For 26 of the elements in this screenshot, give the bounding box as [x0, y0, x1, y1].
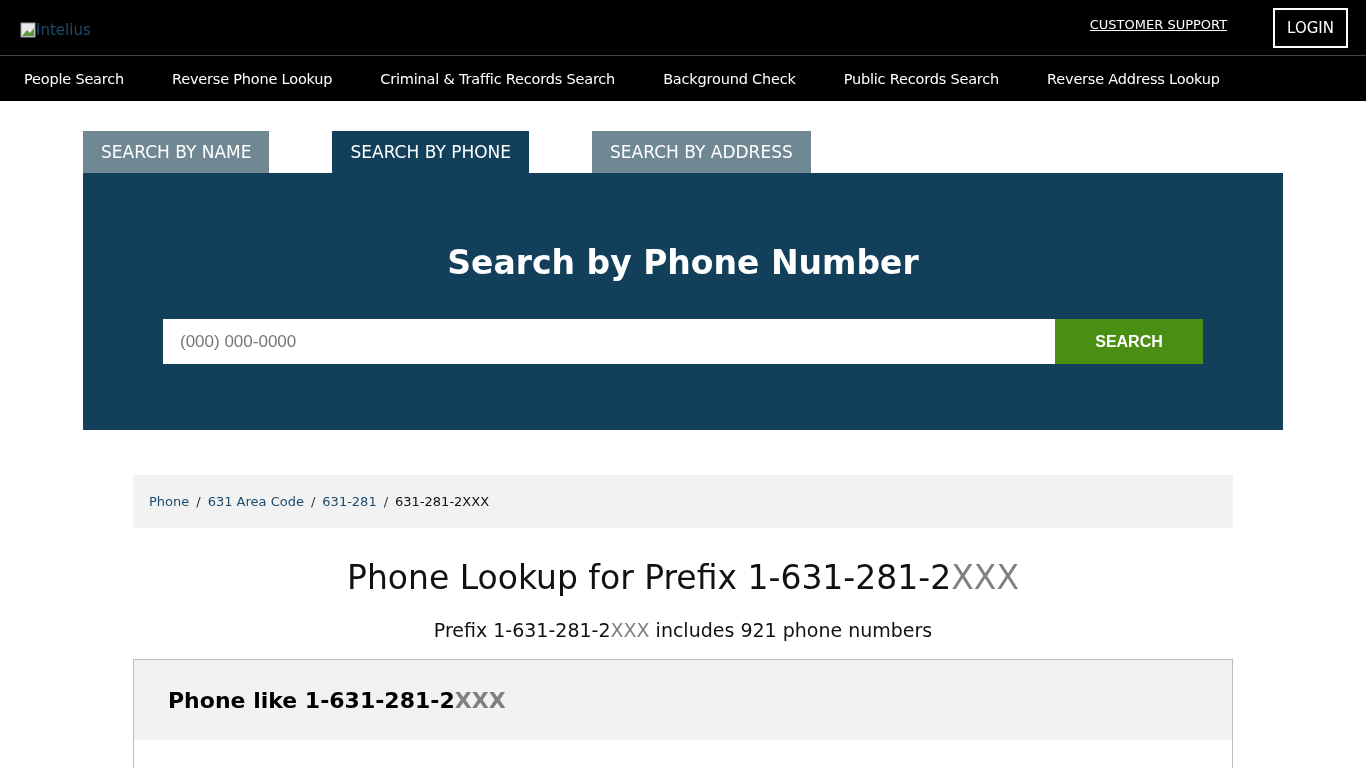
nav-link[interactable]: Criminal & Traffic Records Search: [380, 70, 616, 87]
broken-image-icon: [20, 21, 36, 38]
search-tab[interactable]: SEARCH BY PHONE: [332, 131, 530, 173]
nav-link[interactable]: People Search: [24, 70, 124, 87]
login-button[interactable]: LOGIN: [1273, 7, 1348, 48]
summary-text: Prefix 1-631-281-2XXX includes 921 phone numbers: [432, 619, 934, 641]
nav-link[interactable]: Background Check: [663, 70, 796, 87]
breadcrumb-link[interactable]: 631-281: [322, 494, 377, 509]
breadcrumb-separator: /: [196, 494, 201, 509]
search-title: Search by Phone Number: [446, 243, 920, 282]
search-button[interactable]: SEARCH: [1055, 319, 1203, 364]
logo-alt-text: Intelius: [36, 20, 91, 39]
breadcrumb-separator: /: [383, 494, 389, 509]
customer-support-link[interactable]: CUSTOMER SUPPORT: [1089, 17, 1228, 32]
breadcrumb-link[interactable]: 631 Area Code: [207, 494, 304, 509]
phone-input-field[interactable]: (000) 000-0000: [163, 319, 1055, 364]
search-tab[interactable]: SEARCH BY NAME: [83, 131, 270, 173]
nav-link[interactable]: Public Records Search: [843, 70, 1000, 87]
nav-link[interactable]: Reverse Phone Lookup: [172, 70, 333, 87]
breadcrumb-current: 631-281-2XXX: [395, 494, 490, 509]
page-heading: Phone Lookup for Prefix 1-631-281-2XXX: [346, 558, 1020, 597]
breadcrumb-link[interactable]: Phone: [149, 494, 190, 509]
nav-link[interactable]: Reverse Address Lookup: [1047, 70, 1220, 87]
search-tab[interactable]: SEARCH BY ADDRESS: [592, 131, 811, 173]
panel-title: Phone like 1-631-281-2XXX: [168, 687, 506, 713]
breadcrumb-separator: /: [310, 494, 316, 509]
